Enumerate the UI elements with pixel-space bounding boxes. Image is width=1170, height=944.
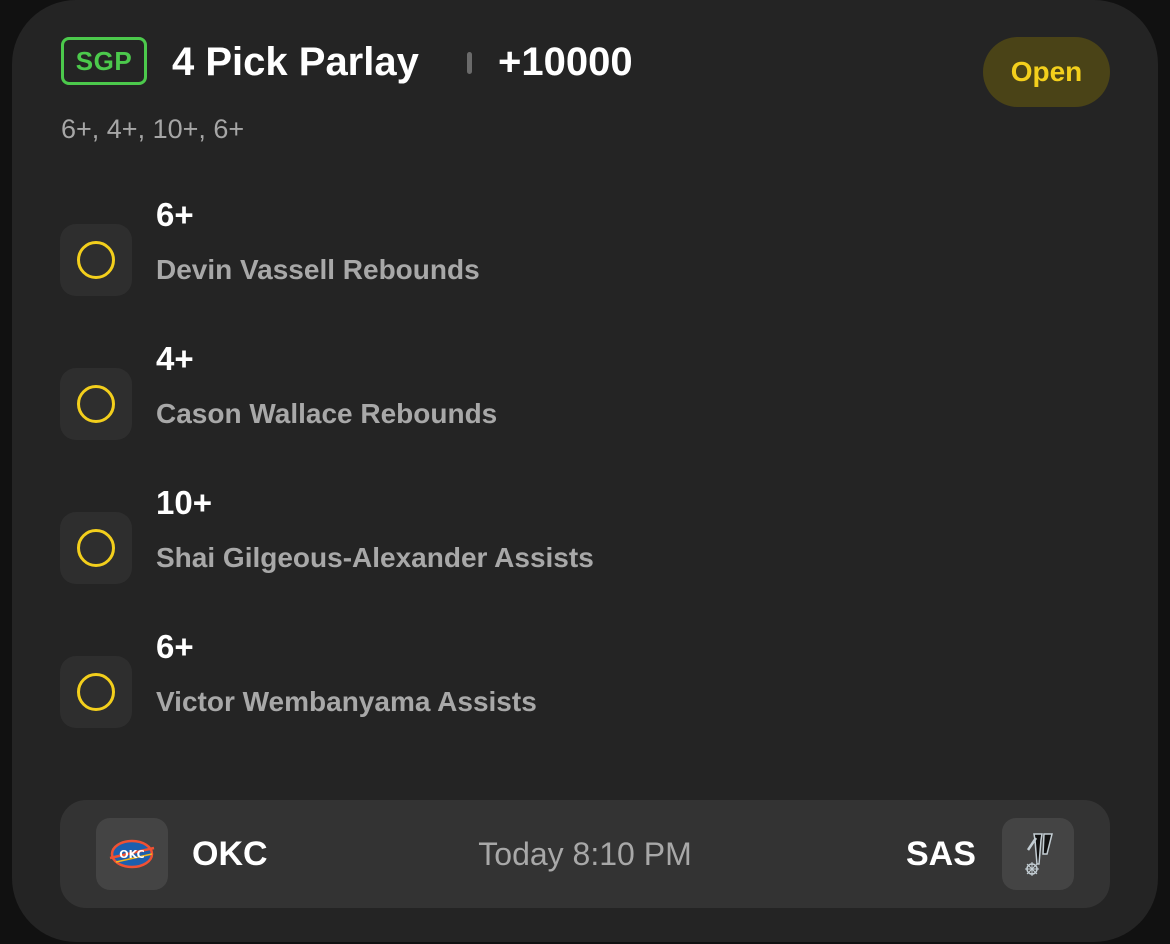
- spurs-logo-icon: [1002, 818, 1074, 890]
- pick-status-box: [60, 368, 132, 440]
- pick-description: Victor Wembanyama Assists: [156, 686, 537, 717]
- pick-status-box: [60, 224, 132, 296]
- pending-circle-icon: [77, 673, 115, 711]
- game-info-bar[interactable]: OKC OKC Today 8:10 PM SAS: [60, 800, 1110, 908]
- pick-description: Shai Gilgeous-Alexander Assists: [156, 542, 594, 573]
- pick-row[interactable]: 10+ Shai Gilgeous-Alexander Assists: [60, 472, 960, 584]
- pick-line: 4+: [156, 340, 194, 377]
- parlay-title: 4 Pick Parlay: [172, 40, 419, 84]
- pending-circle-icon: [77, 529, 115, 567]
- pick-line: 6+: [156, 196, 194, 233]
- parlay-odds: +10000: [498, 40, 633, 84]
- parlay-card[interactable]: SGP 4 Pick Parlay +10000 Open 6+, 4+, 10…: [12, 0, 1158, 942]
- pick-row[interactable]: 4+ Cason Wallace Rebounds: [60, 328, 960, 440]
- pick-status-box: [60, 512, 132, 584]
- pick-row[interactable]: 6+ Devin Vassell Rebounds: [60, 184, 960, 296]
- status-badge[interactable]: Open: [983, 37, 1110, 107]
- title-divider: [467, 52, 472, 74]
- sgp-badge: SGP: [61, 37, 147, 85]
- picks-summary: 6+, 4+, 10+, 6+: [61, 114, 245, 144]
- pick-line: 10+: [156, 484, 212, 521]
- pick-description: Cason Wallace Rebounds: [156, 398, 498, 429]
- pick-description: Devin Vassell Rebounds: [156, 254, 480, 285]
- home-team-abbr: SAS: [906, 835, 976, 873]
- pick-row[interactable]: 6+ Victor Wembanyama Assists: [60, 616, 960, 728]
- pending-circle-icon: [77, 385, 115, 423]
- pending-circle-icon: [77, 241, 115, 279]
- pick-status-box: [60, 656, 132, 728]
- pick-line: 6+: [156, 628, 194, 665]
